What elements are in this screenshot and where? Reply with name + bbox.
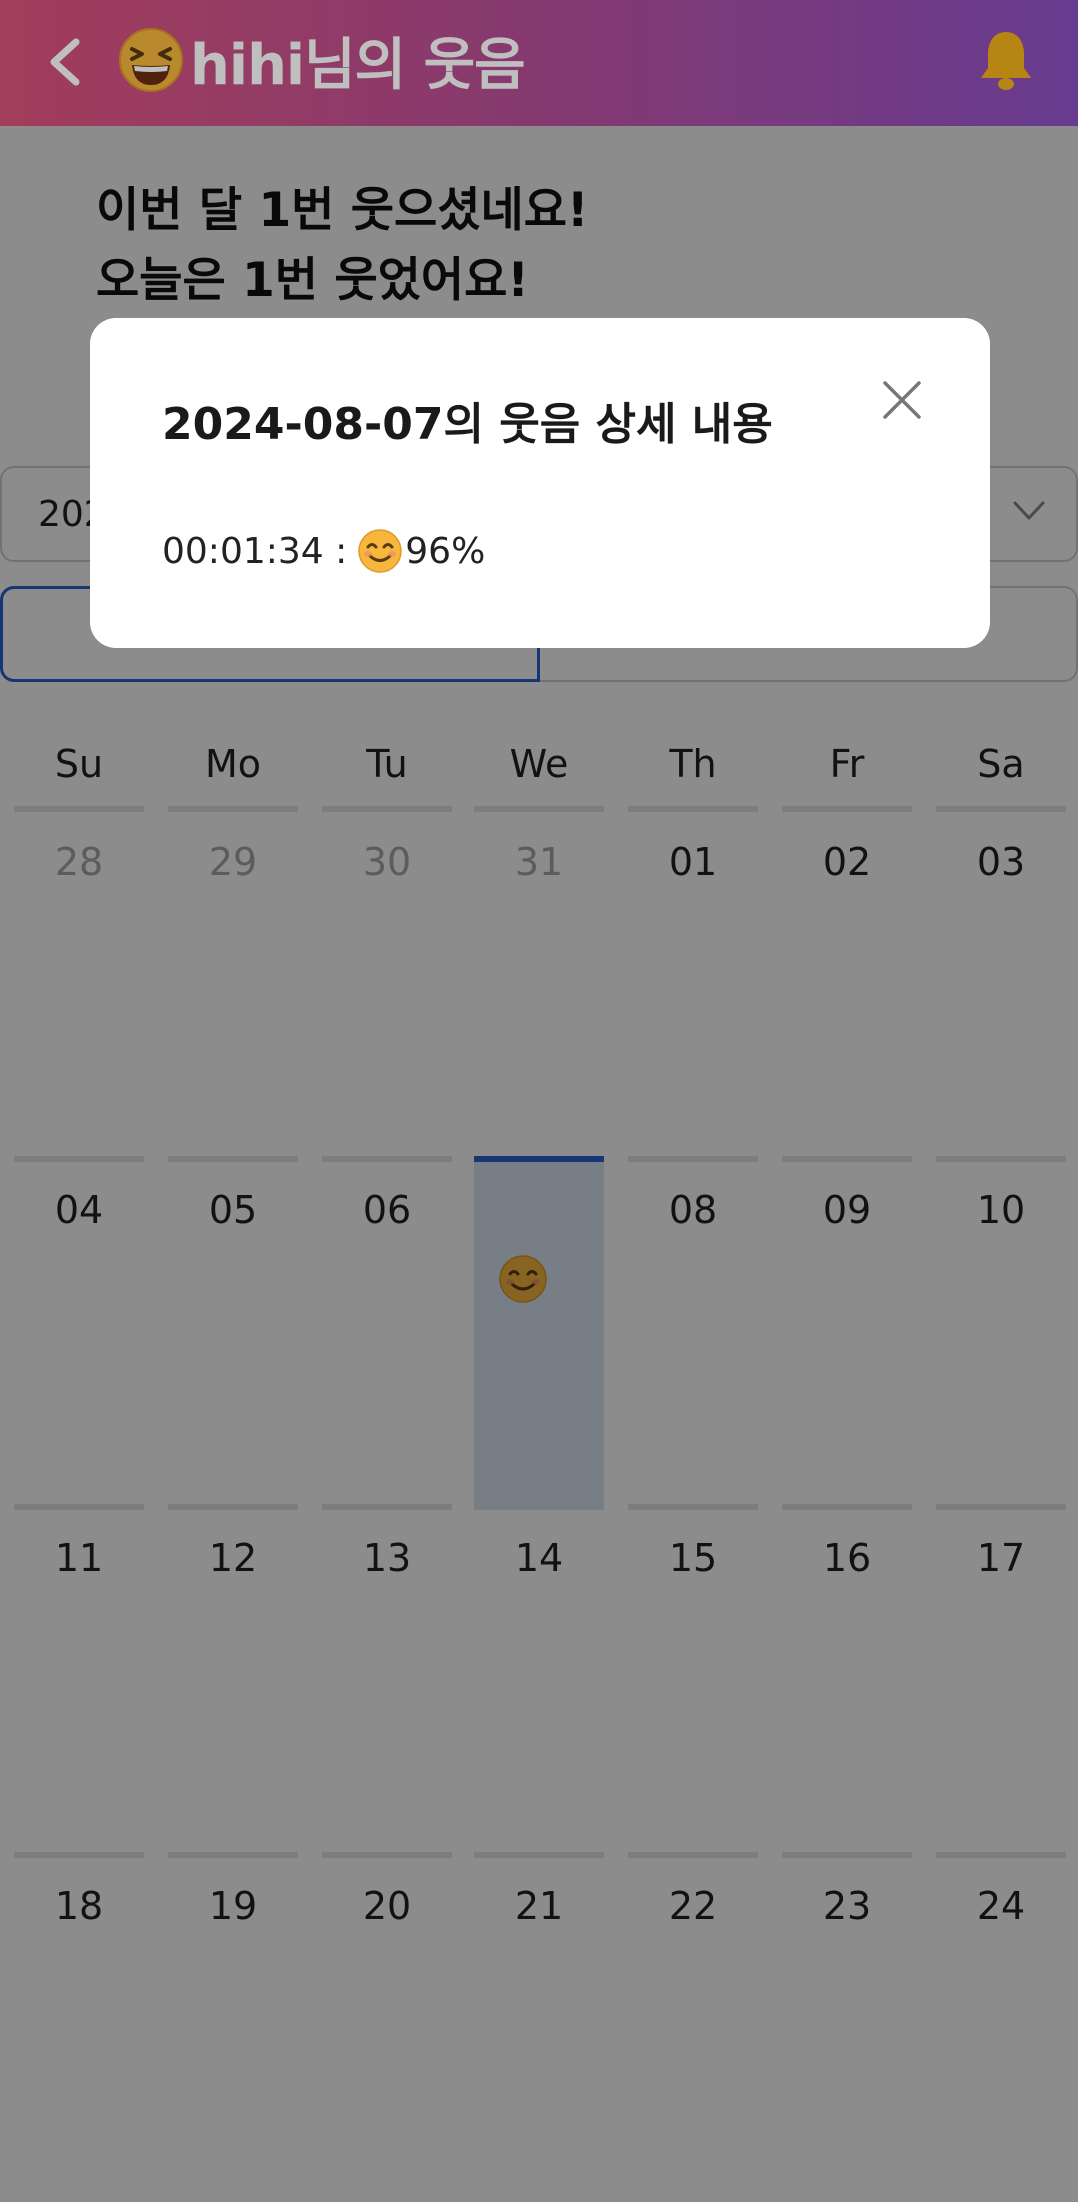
header-dim xyxy=(0,0,1078,126)
laugh-entry-time: 00:01:34 : xyxy=(162,530,348,572)
laugh-detail-dialog: 2024-08-07의 웃음 상세 내용 00:01:34 : 96% xyxy=(90,318,990,648)
dialog-title: 2024-08-07의 웃음 상세 내용 xyxy=(162,399,773,450)
laugh-entry: 00:01:34 : 96% xyxy=(162,528,485,574)
laugh-entry-percent: 96% xyxy=(405,530,486,572)
smiling-face-emoji-icon xyxy=(358,529,403,573)
close-icon[interactable] xyxy=(882,380,922,420)
